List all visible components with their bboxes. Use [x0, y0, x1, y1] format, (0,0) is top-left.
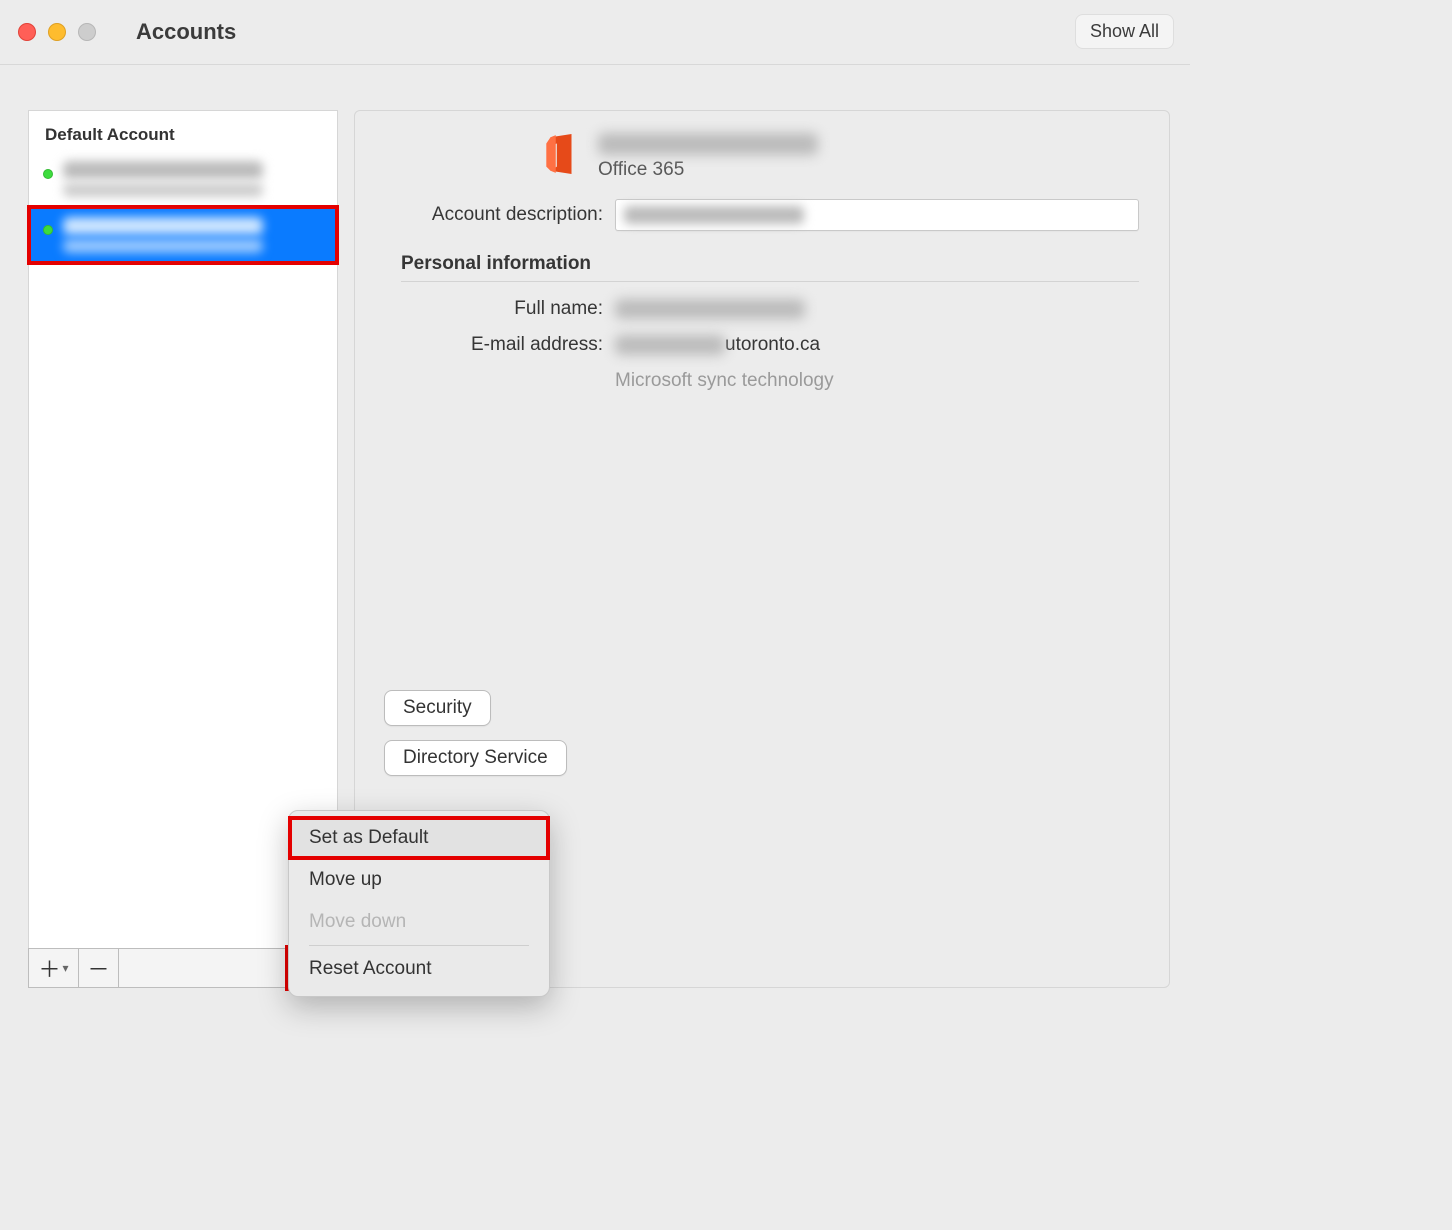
- minimize-icon[interactable]: [48, 23, 66, 41]
- row-email: E-mail address: utoronto.ca: [385, 334, 1139, 356]
- status-dot-icon: [43, 169, 53, 179]
- email-suffix: utoronto.ca: [725, 334, 820, 356]
- detail-buttons: Security Directory Service: [384, 690, 567, 776]
- security-button[interactable]: Security: [384, 690, 491, 726]
- full-name-value-blur: [615, 299, 805, 319]
- window-controls: [18, 23, 96, 41]
- account-item-0[interactable]: [29, 151, 337, 207]
- sync-technology-label: Microsoft sync technology: [615, 370, 1139, 392]
- add-account-button[interactable]: ＋ ▾: [29, 949, 79, 987]
- input-account-description[interactable]: [615, 199, 1139, 231]
- office-logo-icon: [540, 133, 582, 175]
- titlebar: Accounts Show All: [0, 0, 1190, 65]
- account-sub-blur: [63, 183, 263, 197]
- menu-reset-account[interactable]: Reset Account: [289, 948, 549, 990]
- more-options-menu: Set as Default Move up Move down Reset A…: [288, 810, 550, 997]
- toolbar-spacer: [119, 949, 289, 987]
- email-prefix-blur: [615, 335, 725, 355]
- chevron-down-icon: ▾: [62, 961, 68, 975]
- close-icon[interactable]: [18, 23, 36, 41]
- label-full-name: Full name:: [385, 298, 603, 320]
- menu-move-up[interactable]: Move up: [289, 859, 549, 901]
- show-all-button[interactable]: Show All: [1075, 14, 1174, 49]
- plus-icon: ＋: [38, 952, 60, 984]
- menu-separator: [309, 945, 529, 946]
- minus-icon: －: [87, 952, 109, 984]
- sidebar-heading: Default Account: [29, 111, 337, 151]
- account-item-1[interactable]: [29, 207, 337, 263]
- account-name-blur: [63, 161, 263, 179]
- accounts-window: Accounts Show All Default Account: [0, 0, 1190, 1008]
- row-account-description: Account description:: [385, 199, 1139, 231]
- menu-set-as-default[interactable]: Set as Default: [289, 817, 549, 859]
- maximize-icon: [78, 23, 96, 41]
- status-dot-icon: [43, 225, 53, 235]
- label-account-description: Account description:: [385, 204, 603, 226]
- row-full-name: Full name:: [385, 298, 1139, 320]
- label-email: E-mail address:: [385, 334, 603, 356]
- menu-move-down: Move down: [289, 901, 549, 943]
- account-description-value-blur: [624, 206, 804, 224]
- account-display-name-blur: [598, 133, 818, 155]
- remove-account-button[interactable]: －: [79, 949, 119, 987]
- account-sub-blur: [63, 239, 263, 253]
- directory-service-button[interactable]: Directory Service: [384, 740, 567, 776]
- detail-header: Office 365: [540, 133, 1139, 181]
- window-title: Accounts: [136, 19, 236, 45]
- account-type-label: Office 365: [598, 159, 818, 181]
- window-body: Default Account ＋ ▾ －: [0, 65, 1190, 1008]
- section-personal-info: Personal information: [401, 245, 1139, 282]
- account-name-blur: [63, 217, 263, 235]
